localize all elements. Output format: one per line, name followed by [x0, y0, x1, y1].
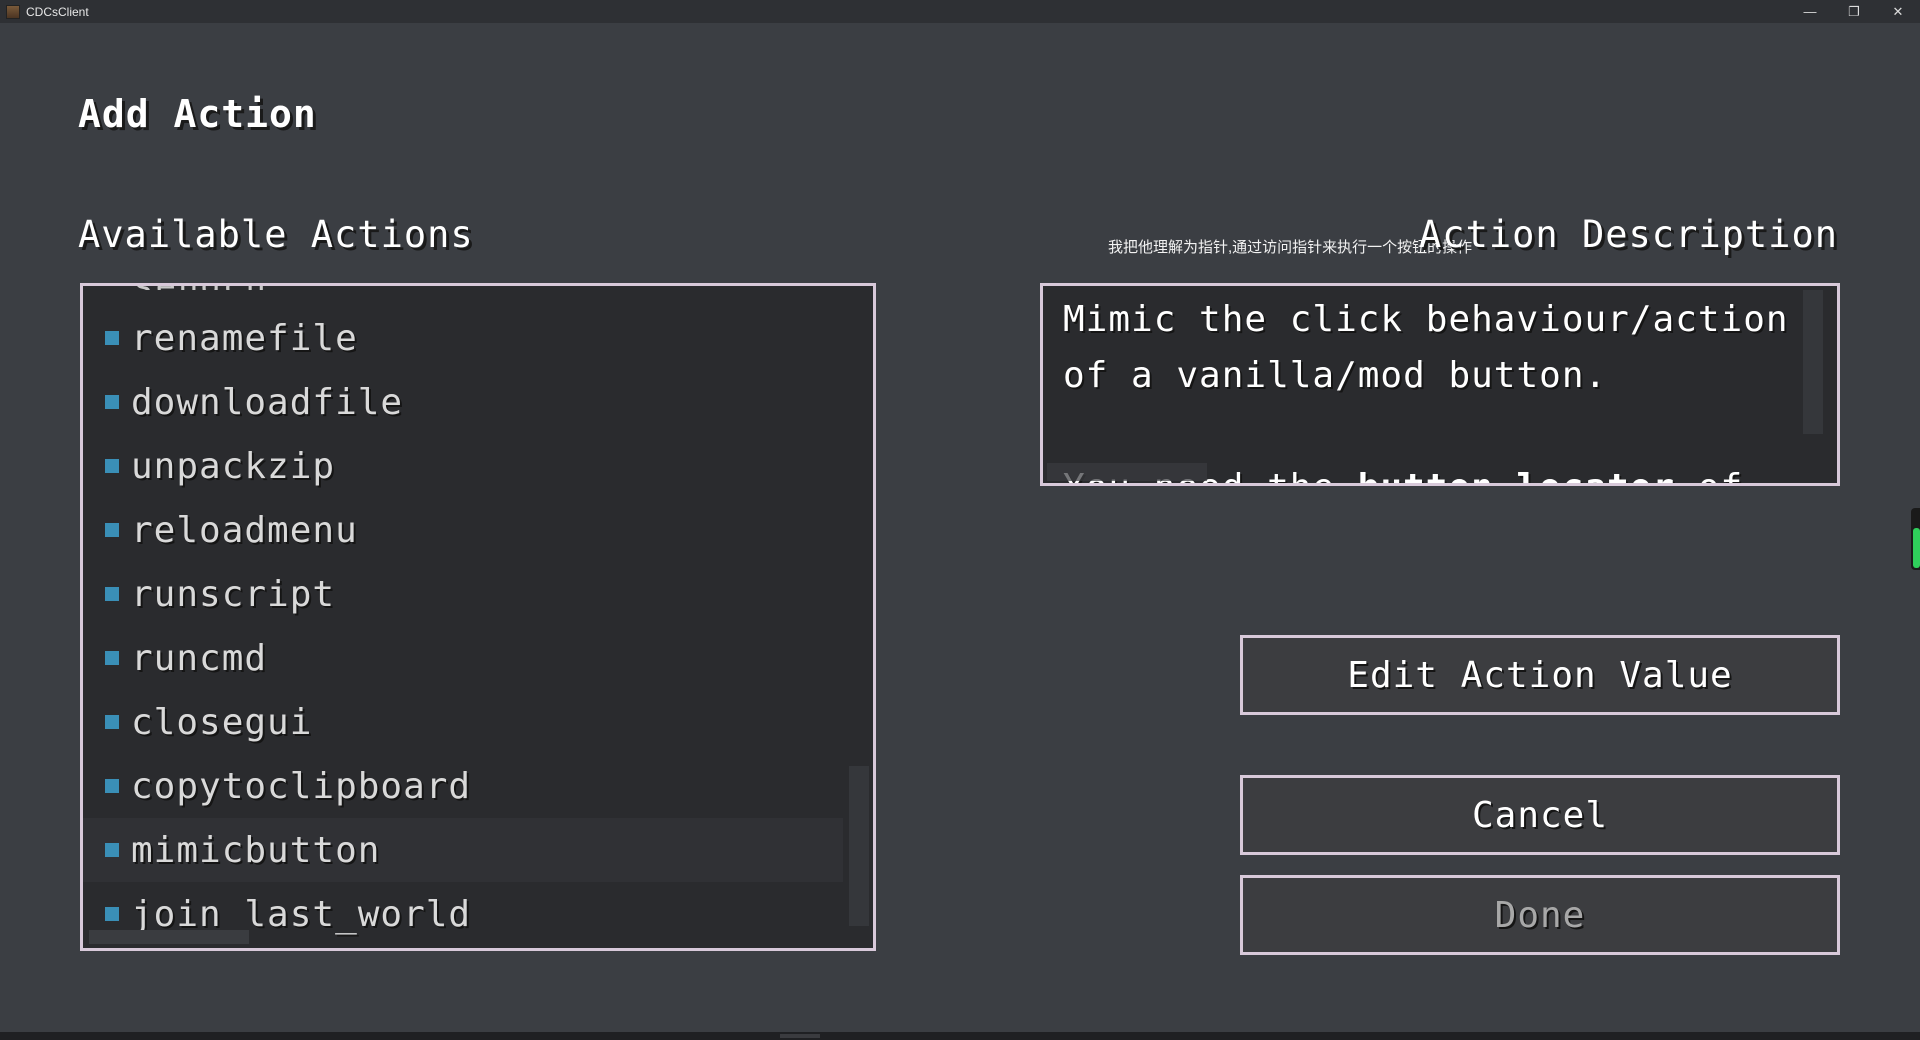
list-item-renamefile[interactable]: renamefile	[83, 306, 843, 370]
bullet-icon	[105, 651, 119, 665]
action-description-heading: Action Description	[1419, 213, 1838, 256]
available-actions-list[interactable]: sendchat renamefile downloadfile unpackz…	[80, 283, 876, 951]
action-description-text: Mimic the click behaviour/action of a va…	[1063, 292, 1803, 483]
list-item-label: runcmd	[131, 637, 268, 679]
bottom-bar-nub	[780, 1034, 820, 1038]
close-icon[interactable]: ✕	[1876, 0, 1920, 23]
done-button[interactable]: Done	[1240, 875, 1840, 955]
list-item-label: unpackzip	[131, 445, 336, 487]
list-horizontal-scrollbar[interactable]	[89, 930, 249, 944]
description-gap	[1063, 404, 1803, 460]
list-item-label: runscript	[131, 573, 336, 615]
window-controls: — ❐ ✕	[1788, 0, 1920, 23]
list-item-downloadfile[interactable]: downloadfile	[83, 370, 843, 434]
cancel-button[interactable]: Cancel	[1240, 775, 1840, 855]
bullet-icon	[105, 715, 119, 729]
list-item-mimicbutton[interactable]: mimicbutton	[83, 818, 843, 882]
description-line-3-suffix: of	[1675, 467, 1743, 483]
bullet-icon	[105, 779, 119, 793]
list-item-runcmd[interactable]: runcmd	[83, 626, 843, 690]
minimize-icon[interactable]: —	[1788, 0, 1832, 23]
list-item-copytoclipboard[interactable]: copytoclipboard	[83, 754, 843, 818]
bullet-icon	[105, 459, 119, 473]
list-item-label: downloadfile	[131, 381, 404, 423]
window-titlebar: CDCsClient — ❐ ✕	[0, 0, 1920, 23]
list-item-label: join_last_world	[131, 893, 472, 935]
description-scrollbar[interactable]	[1803, 290, 1823, 434]
list-item-unpackzip[interactable]: unpackzip	[83, 434, 843, 498]
list-item-label: closegui	[131, 701, 313, 743]
list-scrollbar[interactable]	[849, 766, 869, 926]
window-title: CDCsClient	[26, 4, 89, 19]
bullet-icon	[105, 907, 119, 921]
edit-action-value-button[interactable]: Edit Action Value	[1240, 635, 1840, 715]
description-line-3-bold: button locator	[1358, 467, 1675, 483]
action-description-box[interactable]: Mimic the click behaviour/action of a va…	[1040, 283, 1840, 486]
list-item-reloadmenu[interactable]: reloadmenu	[83, 498, 843, 562]
description-line-1: Mimic the click behaviour/action	[1063, 299, 1789, 340]
side-indicator-fill	[1913, 528, 1920, 568]
list-item-label: reloadmenu	[131, 509, 358, 551]
available-actions-heading: Available Actions	[78, 213, 474, 256]
list-item-clipped: sendchat	[133, 286, 263, 290]
list-item-closegui[interactable]: closegui	[83, 690, 843, 754]
list-item-label: copytoclipboard	[131, 765, 472, 807]
app-icon	[6, 4, 20, 19]
annotation-text: 我把他理解为指针,通过访问指针来执行一个按钮的操作	[1108, 239, 1473, 256]
bullet-icon	[105, 523, 119, 537]
description-horizontal-scrollbar[interactable]	[1047, 463, 1207, 481]
side-indicator	[1911, 508, 1920, 570]
list-item-label: renamefile	[131, 317, 358, 359]
list-item-runscript[interactable]: runscript	[83, 562, 843, 626]
bullet-icon	[105, 843, 119, 857]
bullet-icon	[105, 331, 119, 345]
bullet-icon	[105, 395, 119, 409]
restore-icon[interactable]: ❐	[1832, 0, 1876, 23]
bullet-icon	[105, 587, 119, 601]
list-items: renamefile downloadfile unpackzip reload…	[83, 306, 843, 946]
list-item-label: mimicbutton	[131, 829, 381, 871]
page-title: Add Action	[78, 92, 317, 136]
bottom-bar	[0, 1032, 1920, 1040]
description-line-2: of a vanilla/mod button.	[1063, 355, 1608, 396]
list-item-clipped-label: sendchat	[133, 286, 263, 290]
